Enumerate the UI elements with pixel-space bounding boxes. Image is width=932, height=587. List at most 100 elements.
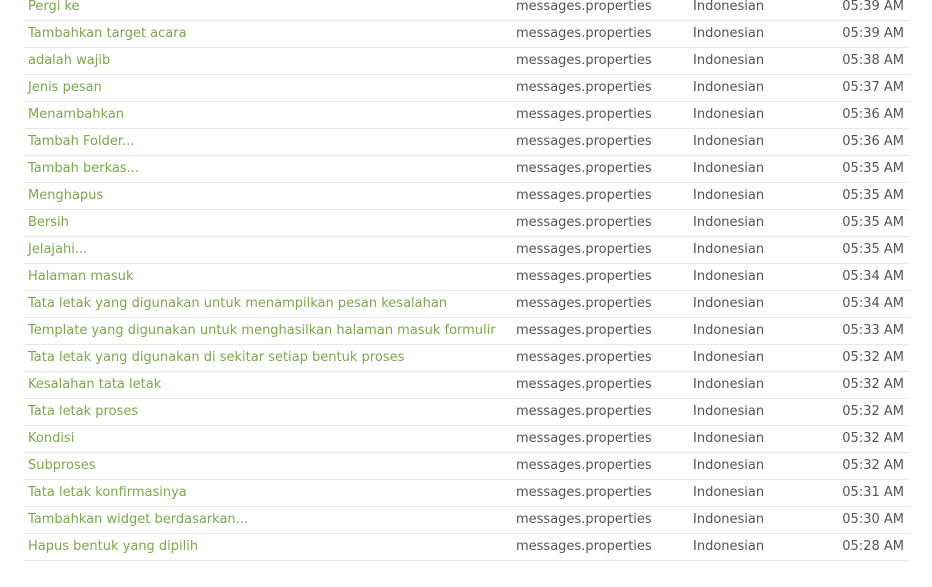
timestamp: 05:35 AM bbox=[842, 188, 904, 203]
timestamp: 05:31 AM bbox=[842, 485, 904, 500]
table-row: Menambahkan messages.properties Indonesian… bbox=[24, 102, 910, 129]
translation-text-link[interactable]: Tambah berkas... bbox=[28, 156, 139, 182]
language-name: Indonesian bbox=[693, 107, 765, 122]
language-name: Indonesian bbox=[693, 485, 765, 500]
file-name: messages.properties bbox=[516, 26, 652, 41]
language-name: Indonesian bbox=[693, 215, 765, 230]
table-row: adalah wajib messages.properties Indonesia… bbox=[24, 48, 910, 75]
timestamp: 05:38 AM bbox=[842, 53, 904, 68]
table-row: Tambahkan widget berdasarkan... messages.… bbox=[24, 507, 910, 534]
table-row: Kondisi messages.properties Indonesian 05:3… bbox=[24, 426, 910, 453]
table-row: Tambah berkas... messages.properties Indon… bbox=[24, 156, 910, 183]
language-name: Indonesian bbox=[693, 404, 765, 419]
file-name: messages.properties bbox=[516, 377, 652, 392]
table-row: Pergi ke messages.properties Indonesian 05:… bbox=[24, 0, 910, 21]
table-row: Subproses messages.properties Indonesian 05… bbox=[24, 453, 910, 480]
language-name: Indonesian bbox=[693, 458, 765, 473]
language-name: Indonesian bbox=[693, 134, 765, 149]
language-name: Indonesian bbox=[693, 539, 765, 554]
timestamp: 05:35 AM bbox=[842, 161, 904, 176]
translation-text-link[interactable]: Kesalahan tata letak bbox=[28, 372, 161, 398]
language-name: Indonesian bbox=[693, 431, 765, 446]
file-name: messages.properties bbox=[516, 269, 652, 284]
file-name: messages.properties bbox=[516, 53, 652, 68]
language-name: Indonesian bbox=[693, 53, 765, 68]
language-name: Indonesian bbox=[693, 161, 765, 176]
file-name: messages.properties bbox=[516, 404, 652, 419]
translation-text-link[interactable]: Subproses bbox=[28, 453, 96, 479]
file-name: messages.properties bbox=[516, 323, 652, 338]
timestamp: 05:32 AM bbox=[842, 350, 904, 365]
table-row: Hapus bentuk yang dipilih messages.proper… bbox=[24, 534, 910, 561]
language-name: Indonesian bbox=[693, 0, 765, 14]
language-name: Indonesian bbox=[693, 296, 765, 311]
table-row: Jelajahi... messages.properties Indonesian… bbox=[24, 237, 910, 264]
file-name: messages.properties bbox=[516, 188, 652, 203]
timestamp: 05:30 AM bbox=[842, 512, 904, 527]
translation-text-link[interactable]: Pergi ke bbox=[28, 0, 80, 20]
language-name: Indonesian bbox=[693, 377, 765, 392]
timestamp: 05:33 AM bbox=[842, 323, 904, 338]
file-name: messages.properties bbox=[516, 431, 652, 446]
table-row: Tata letak konfirmasinya messages.propert… bbox=[24, 480, 910, 507]
table-row: Tambahkan target acara messages.propertie… bbox=[24, 21, 910, 48]
table-row: Bersih messages.properties Indonesian 05:35… bbox=[24, 210, 910, 237]
translation-text-link[interactable]: Jelajahi... bbox=[28, 237, 87, 263]
translation-text-link[interactable]: Menghapus bbox=[28, 183, 103, 209]
translation-text-link[interactable]: Hapus bentuk yang dipilih bbox=[28, 534, 198, 560]
table-row: Tambah Folder... messages.properties Indon… bbox=[24, 129, 910, 156]
translation-text-link[interactable]: Tata letak yang digunakan untuk menampil… bbox=[28, 291, 447, 317]
timestamp: 05:32 AM bbox=[842, 431, 904, 446]
file-name: messages.properties bbox=[516, 296, 652, 311]
translation-text-link[interactable]: Tambahkan target acara bbox=[28, 21, 187, 47]
timestamp: 05:32 AM bbox=[842, 404, 904, 419]
file-name: messages.properties bbox=[516, 242, 652, 257]
file-name: messages.properties bbox=[516, 350, 652, 365]
table-row: Tata letak yang digunakan untuk menampil… bbox=[24, 291, 910, 318]
timestamp: 05:39 AM bbox=[842, 0, 904, 14]
table-row: Jenis pesan messages.properties Indonesian… bbox=[24, 75, 910, 102]
translation-text-link[interactable]: Tata letak proses bbox=[28, 399, 138, 425]
timestamp: 05:32 AM bbox=[842, 458, 904, 473]
file-name: messages.properties bbox=[516, 215, 652, 230]
file-name: messages.properties bbox=[516, 0, 652, 14]
file-name: messages.properties bbox=[516, 107, 652, 122]
translation-text-link[interactable]: adalah wajib bbox=[28, 48, 110, 74]
language-name: Indonesian bbox=[693, 26, 765, 41]
table-row: Kesalahan tata letak messages.properties I… bbox=[24, 372, 910, 399]
file-name: messages.properties bbox=[516, 512, 652, 527]
language-name: Indonesian bbox=[693, 80, 765, 95]
table-row: Tata letak proses messages.properties Indo… bbox=[24, 399, 910, 426]
timestamp: 05:36 AM bbox=[842, 107, 904, 122]
timestamp: 05:34 AM bbox=[842, 269, 904, 284]
translation-text-link[interactable]: Tambah Folder... bbox=[28, 129, 134, 155]
file-name: messages.properties bbox=[516, 485, 652, 500]
translation-text-link[interactable]: Template yang digunakan untuk menghasilk… bbox=[28, 318, 496, 344]
translation-text-link[interactable]: Tata letak konfirmasinya bbox=[28, 480, 187, 506]
file-name: messages.properties bbox=[516, 458, 652, 473]
timestamp: 05:35 AM bbox=[842, 242, 904, 257]
language-name: Indonesian bbox=[693, 188, 765, 203]
file-name: messages.properties bbox=[516, 161, 652, 176]
language-name: Indonesian bbox=[693, 269, 765, 284]
translation-text-link[interactable]: Tambahkan widget berdasarkan... bbox=[28, 507, 248, 533]
timestamp: 05:37 AM bbox=[842, 80, 904, 95]
table-row: Halaman masuk messages.properties Indonesi… bbox=[24, 264, 910, 291]
translation-text-link[interactable]: Tata letak yang digunakan di sekitar set… bbox=[28, 345, 404, 371]
table-row: Tata letak yang digunakan di sekitar set… bbox=[24, 345, 910, 372]
timestamp: 05:36 AM bbox=[842, 134, 904, 149]
file-name: messages.properties bbox=[516, 134, 652, 149]
language-name: Indonesian bbox=[693, 512, 765, 527]
language-name: Indonesian bbox=[693, 242, 765, 257]
translation-text-link[interactable]: Menambahkan bbox=[28, 102, 124, 128]
language-name: Indonesian bbox=[693, 323, 765, 338]
translation-text-link[interactable]: Kondisi bbox=[28, 426, 74, 452]
timestamp: 05:32 AM bbox=[842, 377, 904, 392]
timestamp: 05:34 AM bbox=[842, 296, 904, 311]
translation-text-link[interactable]: Bersih bbox=[28, 210, 69, 236]
translation-text-link[interactable]: Halaman masuk bbox=[28, 264, 134, 290]
file-name: messages.properties bbox=[516, 539, 652, 554]
language-name: Indonesian bbox=[693, 350, 765, 365]
translation-text-link[interactable]: Jenis pesan bbox=[28, 75, 102, 101]
file-name: messages.properties bbox=[516, 80, 652, 95]
